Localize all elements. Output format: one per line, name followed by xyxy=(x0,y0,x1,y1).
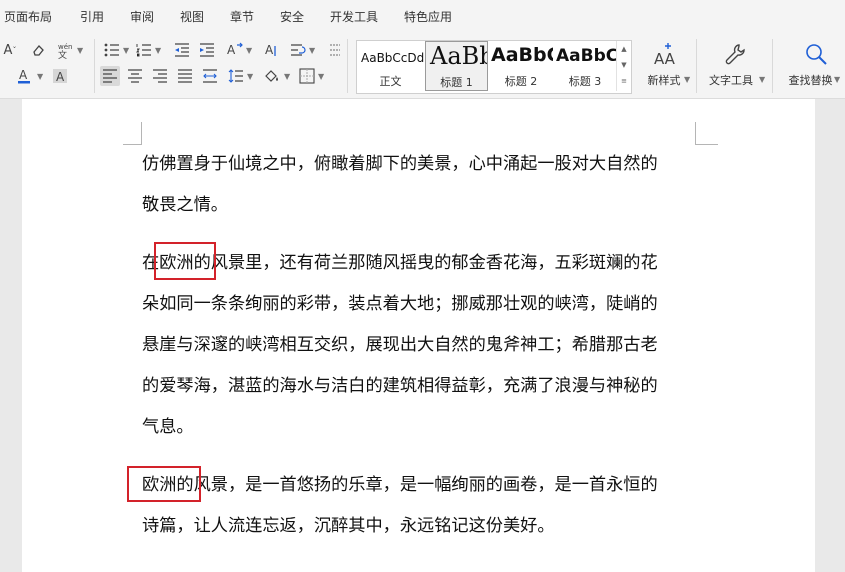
separator xyxy=(696,39,697,93)
style-sample: AaBb xyxy=(430,42,487,70)
svg-text:文: 文 xyxy=(58,49,67,59)
text-line: 悬崖与深邃的峡湾相互交织，展现出大自然的鬼斧神工；希腊那古老 xyxy=(142,335,658,355)
clear-format-icon[interactable] xyxy=(28,40,48,60)
line-spacing-icon[interactable] xyxy=(226,66,246,86)
char-shading-icon[interactable]: A xyxy=(50,66,70,86)
page-margin-shadow xyxy=(815,99,845,572)
chevron-down-icon[interactable]: ▼ xyxy=(617,57,631,73)
ribbon: Aˇ wén 文 ▼ A ▼ A ▼ ▼ A ▼ A ▼ ▼ ▼ ▼ AaBbC… xyxy=(0,33,845,99)
menu-review[interactable]: 审阅 xyxy=(130,8,154,25)
text-direction-icon[interactable]: A xyxy=(225,40,245,60)
new-style-icon: AA xyxy=(654,43,676,68)
menu-developer-tools[interactable]: 开发工具 xyxy=(330,8,378,25)
phonetic-caret-icon[interactable]: ▼ xyxy=(77,46,83,55)
find-replace-caret-icon[interactable]: ▼ xyxy=(834,75,840,84)
new-style-button[interactable]: AA 新样式 ▼ xyxy=(636,39,692,93)
paragraph-2[interactable]: 在欧洲的风景里，还有荷兰那随风摇曳的郁金香花海，五彩斑斓的花 朵如同一条条绚丽的… xyxy=(142,243,658,448)
highlight-box xyxy=(127,466,201,502)
distribute-icon[interactable] xyxy=(200,66,220,86)
style-gallery: AaBbCcDd 正文 AaBb 标题 1 AaBbC 标题 2 AaBbC 标… xyxy=(356,40,632,94)
chevron-up-icon[interactable]: ▲ xyxy=(617,41,631,57)
margin-corner-top-right xyxy=(695,122,718,145)
text-line: 诗篇，让人流连忘返，沉醉其中，永远铭记这份美好。 xyxy=(142,516,555,536)
line-spacing-caret-icon[interactable]: ▼ xyxy=(247,72,253,81)
text-line: 气息。 xyxy=(142,417,194,437)
style-heading-3[interactable]: AaBbC 标题 3 xyxy=(554,41,616,91)
svg-text:AA: AA xyxy=(654,50,676,68)
wrench-icon xyxy=(725,44,745,65)
shading-caret-icon[interactable]: ▼ xyxy=(284,72,290,81)
svg-text:A: A xyxy=(56,70,65,84)
menu-special-apps[interactable]: 特色应用 xyxy=(404,8,452,25)
menu-bar: 页面布局 引用 审阅 视图 章节 安全 开发工具 特色应用 xyxy=(0,0,845,33)
menu-page-layout[interactable]: 页面布局 xyxy=(4,8,52,25)
align-center-icon[interactable] xyxy=(125,66,145,86)
style-sample: AaBbC xyxy=(491,44,553,66)
text-tools-caret-icon[interactable]: ▼ xyxy=(759,75,765,84)
search-icon xyxy=(806,44,827,65)
svg-text:A: A xyxy=(19,68,28,82)
align-left-icon[interactable] xyxy=(100,66,120,86)
line-break-icon[interactable] xyxy=(288,40,308,60)
separator xyxy=(772,39,773,93)
menu-security[interactable]: 安全 xyxy=(280,8,304,25)
style-normal[interactable]: AaBbCcDd 正文 xyxy=(357,41,424,91)
shading-fill-icon[interactable] xyxy=(262,66,282,86)
font-color-caret-icon[interactable]: ▼ xyxy=(37,72,43,81)
margin-corner-top-left xyxy=(123,122,142,145)
text-direction-caret-icon[interactable]: ▼ xyxy=(246,46,252,55)
text-line: 朵如同一条条绚丽的彩带，装点着大地；挪威那壮观的峡湾，陡峭的 xyxy=(142,294,658,314)
svg-text:A: A xyxy=(227,43,236,57)
style-heading-2[interactable]: AaBbC 标题 2 xyxy=(489,41,553,91)
paragraph-3[interactable]: 欧洲的风景，是一首悠扬的乐章，是一幅绚丽的画卷，是一首永恒的 诗篇，让人流连忘返… xyxy=(142,465,658,547)
style-label: 标题 3 xyxy=(568,75,602,88)
phonetic-guide-icon[interactable]: wén 文 xyxy=(56,40,76,60)
style-heading-1[interactable]: AaBb 标题 1 xyxy=(425,41,488,91)
style-label: 标题 1 xyxy=(440,76,473,89)
shrink-font-icon[interactable]: Aˇ xyxy=(0,40,20,60)
svg-text:A: A xyxy=(265,43,274,57)
menu-view[interactable]: 视图 xyxy=(180,8,204,25)
borders-icon[interactable] xyxy=(297,66,317,86)
menu-section[interactable]: 章节 xyxy=(230,8,254,25)
svg-text:wén: wén xyxy=(58,43,72,51)
separator xyxy=(94,39,95,93)
decrease-indent-icon[interactable] xyxy=(172,40,192,60)
font-color-icon[interactable]: A xyxy=(14,66,34,86)
highlight-box xyxy=(154,242,216,280)
show-marks-icon[interactable] xyxy=(325,40,345,60)
text-line: 在欧洲的风景里，还有荷兰那随风摇曳的郁金香花海，五彩斑斓的花 xyxy=(142,253,658,273)
text-line: 欧洲的风景，是一首悠扬的乐章，是一幅绚丽的画卷，是一首永恒的 xyxy=(142,475,658,495)
increase-indent-icon[interactable] xyxy=(197,40,217,60)
style-label: 标题 2 xyxy=(504,75,538,88)
numbered-list-icon[interactable] xyxy=(134,40,154,60)
text-tools-label: 文字工具 xyxy=(709,74,753,87)
text-tools-button[interactable]: 文字工具 ▼ xyxy=(702,39,768,93)
line-break-caret-icon[interactable]: ▼ xyxy=(309,46,315,55)
chinese-layout-icon[interactable]: A xyxy=(262,40,282,60)
text-line: 仿佛置身于仙境之中，俯瞰着脚下的美景，心中涌起一股对大自然的 xyxy=(142,154,658,174)
find-replace-button[interactable]: 查找替换 ▼ xyxy=(778,39,845,93)
style-label: 正文 xyxy=(379,75,402,88)
text-line: 的爱琴海，湛蓝的海水与洁白的建筑相得益彰，充满了浪漫与神秘的 xyxy=(142,376,658,396)
numbered-caret-icon[interactable]: ▼ xyxy=(155,46,161,55)
separator xyxy=(347,39,348,93)
justify-icon[interactable] xyxy=(175,66,195,86)
menu-references[interactable]: 引用 xyxy=(80,8,104,25)
style-sample: AaBbCcDd xyxy=(361,51,424,65)
bullet-caret-icon[interactable]: ▼ xyxy=(123,46,129,55)
gallery-scroll[interactable]: ▲ ▼ ≡ xyxy=(616,41,631,91)
style-sample: AaBbC xyxy=(556,46,616,66)
bullet-list-icon[interactable] xyxy=(102,40,122,60)
borders-caret-icon[interactable]: ▼ xyxy=(318,72,324,81)
text-line: 敬畏之情。 xyxy=(142,195,228,215)
gallery-more-icon[interactable]: ≡ xyxy=(617,73,631,89)
align-right-icon[interactable] xyxy=(150,66,170,86)
new-style-caret-icon[interactable]: ▼ xyxy=(684,75,690,84)
paragraph-1[interactable]: 仿佛置身于仙境之中，俯瞰着脚下的美景，心中涌起一股对大自然的 敬畏之情。 xyxy=(142,144,658,226)
